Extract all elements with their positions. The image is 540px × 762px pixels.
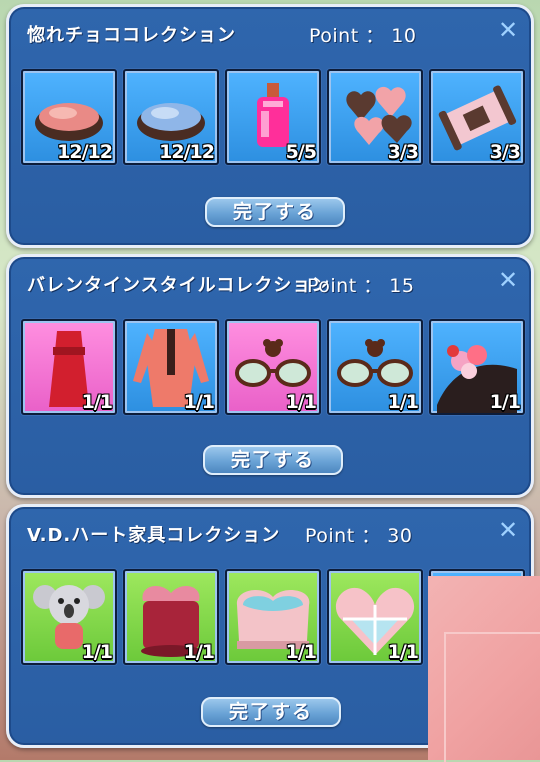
close-icon[interactable]: ✕	[497, 268, 519, 292]
item-count: 3/3	[489, 141, 521, 163]
item-slot-heart-tub[interactable]: 1/1	[225, 569, 321, 665]
point-separator: ：	[363, 275, 383, 297]
point-value: 30	[387, 525, 413, 547]
point-value: 15	[389, 275, 415, 297]
item-slot-heart-chocolates[interactable]: 3/3	[327, 69, 423, 165]
item-slot-red-dress[interactable]: 1/1	[21, 319, 117, 415]
point-label: Point	[305, 525, 355, 547]
item-count: 1/1	[183, 641, 215, 663]
complete-button[interactable]: 完了する	[201, 697, 341, 727]
item-count: 1/1	[489, 391, 521, 413]
panel-header: V.D.ハート家具コレクション Point ： 30 ✕	[9, 507, 531, 555]
point-label: Point	[309, 25, 359, 47]
panel-title: 惚れチョココレクション	[27, 25, 236, 46]
item-slot-heart-box-red[interactable]: 1/1	[123, 569, 219, 665]
item-count: 1/1	[285, 391, 317, 413]
item-slot-pink-powder-bowl[interactable]: 12/12	[21, 69, 117, 165]
panel-header: バレンタインスタイルコレクション Point ： 15 ✕	[9, 257, 531, 305]
panel-title: V.D.ハート家具コレクション	[27, 525, 281, 546]
item-count: 1/1	[81, 391, 113, 413]
item-slots: 1/1 1/1 1/1 1/1 1/1	[21, 319, 531, 419]
item-slots: 12/12 12/12 5/5 3/3 3/3	[21, 69, 531, 169]
item-count: 1/1	[183, 391, 215, 413]
item-slot-chocolate-scroll[interactable]: 3/3	[429, 69, 525, 165]
item-slot-pink-potion-bottle[interactable]: 5/5	[225, 69, 321, 165]
item-slot-bear-glasses-pink[interactable]: 1/1	[225, 319, 321, 415]
item-slot-pink-suit[interactable]: 1/1	[123, 319, 219, 415]
point-label: Point	[307, 275, 357, 297]
item-count: 1/1	[387, 641, 419, 663]
panel-title: バレンタインスタイルコレクション	[27, 275, 331, 296]
collection-panel-2: バレンタインスタイルコレクション Point ： 15 ✕ 1/1 1/1 1/…	[6, 254, 534, 498]
point-value: 10	[391, 25, 417, 47]
item-count: 1/1	[81, 641, 113, 663]
point-separator: ：	[361, 525, 381, 547]
item-count: 5/5	[285, 141, 317, 163]
collection-panel-1: 惚れチョココレクション Point ： 10 ✕ 12/12 12/12 5/5…	[6, 4, 534, 248]
point-separator: ：	[365, 25, 385, 47]
item-count: 1/1	[387, 391, 419, 413]
item-count: 1/1	[285, 641, 317, 663]
item-slot-heart-window[interactable]: 1/1	[327, 569, 423, 665]
point-display: Point ： 15	[307, 271, 414, 298]
complete-button[interactable]: 完了する	[205, 197, 345, 227]
item-slot-koala-plush[interactable]: 1/1	[21, 569, 117, 665]
close-icon[interactable]: ✕	[497, 18, 519, 42]
item-slot-bear-glasses-blue[interactable]: 1/1	[327, 319, 423, 415]
point-display: Point ： 10	[309, 21, 416, 48]
point-display: Point ： 30	[305, 521, 412, 548]
item-slot-blue-powder-bowl[interactable]: 12/12	[123, 69, 219, 165]
panel-header: 惚れチョココレクション Point ： 10 ✕	[9, 7, 531, 55]
item-count: 12/12	[159, 141, 215, 163]
pink-wall-block	[428, 576, 540, 762]
item-count: 12/12	[57, 141, 113, 163]
item-slot-rose-hat[interactable]: 1/1	[429, 319, 525, 415]
item-count: 3/3	[387, 141, 419, 163]
complete-button[interactable]: 完了する	[203, 445, 343, 475]
close-icon[interactable]: ✕	[497, 518, 519, 542]
